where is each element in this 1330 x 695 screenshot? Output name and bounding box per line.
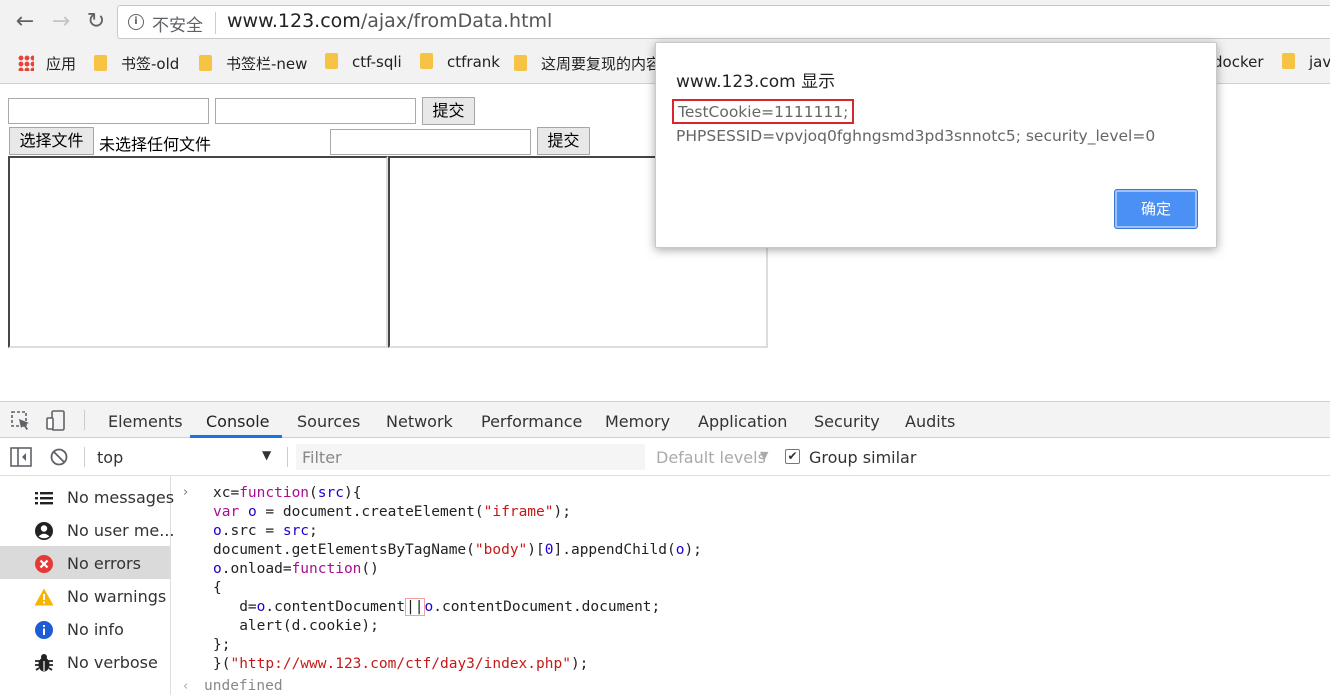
sidebar-label: No warnings xyxy=(67,587,167,606)
bookmark-label: jav xyxy=(1309,53,1330,71)
bookmark-folder[interactable]: jav xyxy=(1282,53,1330,73)
filter-placeholder: Filter xyxy=(302,448,342,467)
forward-arrow-icon[interactable]: → xyxy=(49,10,73,34)
tab-sources[interactable]: Sources xyxy=(297,412,360,431)
sidebar-item-messages[interactable]: No messages xyxy=(0,480,174,513)
folder-icon xyxy=(325,53,338,69)
info-circle-icon xyxy=(35,621,53,639)
error-icon xyxy=(35,555,53,573)
tab-divider xyxy=(84,410,85,430)
reload-icon[interactable]: ↻ xyxy=(84,10,108,34)
sidebar-item-user-messages[interactable]: No user me... xyxy=(0,513,175,546)
bookmark-folder[interactable]: 书签栏-new xyxy=(199,53,307,73)
alert-dialog: www.123.com 显示 TestCookie=1111111; PHPSE… xyxy=(655,42,1217,248)
list-icon xyxy=(35,492,53,505)
bookmark-label: ctfrank xyxy=(447,53,500,71)
bookmark-label: ctf-sqli xyxy=(352,53,402,71)
sidebar-label: No verbose xyxy=(67,653,158,672)
levels-dropdown[interactable]: Default levels xyxy=(656,448,766,467)
console-sidebar: No messages No user me... No errors No w… xyxy=(0,476,175,695)
apps-icon xyxy=(18,55,34,71)
bookmark-label: 书签-old xyxy=(121,55,180,73)
text-input-1[interactable] xyxy=(8,98,209,124)
url-path: /ajax/fromData.html xyxy=(360,10,553,32)
tab-audits[interactable]: Audits xyxy=(905,412,955,431)
bookmark-apps[interactable]: 应用 xyxy=(18,53,76,73)
levels-arrow-icon[interactable]: ▼ xyxy=(760,449,768,462)
dialog-message: PHPSESSID=vpvjoq0fghngsmd3pd3snnotc5; se… xyxy=(676,127,1156,145)
sidebar-label: No errors xyxy=(67,554,141,573)
bug-icon xyxy=(35,654,53,672)
folder-icon xyxy=(514,55,527,71)
inspect-element-icon[interactable] xyxy=(10,410,32,432)
dropdown-arrow-icon[interactable]: ▼ xyxy=(262,448,271,462)
console-toolbar: top ▼ Filter Default levels ▼ ✔ Group si… xyxy=(0,438,1330,476)
sidebar-label: No info xyxy=(67,620,124,639)
bookmark-folder[interactable]: ctf-sqli xyxy=(325,53,402,73)
folder-icon xyxy=(420,53,433,69)
clear-console-icon[interactable] xyxy=(50,448,68,466)
group-similar-checkbox[interactable]: ✔ xyxy=(785,449,800,464)
console-result: undefined xyxy=(204,678,283,694)
submit-button[interactable]: 提交 xyxy=(422,97,475,125)
sidebar-label: No user me... xyxy=(67,521,175,540)
console-input-code[interactable]: xc=function(src){ var o = document.creat… xyxy=(213,484,702,674)
dialog-message-highlight: TestCookie=1111111; xyxy=(672,99,855,124)
sidebar-toggle-icon[interactable] xyxy=(10,447,32,467)
no-file-label: 未选择任何文件 xyxy=(99,135,212,154)
bookmark-label: docker xyxy=(1213,53,1264,71)
sidebar-item-info[interactable]: No info xyxy=(0,612,170,645)
device-toggle-icon[interactable] xyxy=(46,409,68,433)
bookmark-label: 这周要复现的内容 xyxy=(541,55,662,73)
filter-input[interactable]: Filter xyxy=(296,444,645,470)
tab-application[interactable]: Application xyxy=(698,412,787,431)
iframe-left[interactable] xyxy=(8,156,388,348)
tab-elements[interactable]: Elements xyxy=(108,412,183,431)
choose-file-button[interactable]: 选择文件 xyxy=(9,127,94,155)
devtools-tabbar: Elements Console Sources Network Perform… xyxy=(0,401,1330,438)
browser-toolbar: ← → ↻ i 不安全 www.123.com/ajax/fromData.ht… xyxy=(0,0,1330,45)
bar-divider xyxy=(84,447,85,467)
tab-memory[interactable]: Memory xyxy=(605,412,670,431)
bookmark-folder[interactable]: 书签-old xyxy=(94,53,179,73)
bookmark-folder[interactable]: ctfrank xyxy=(420,53,500,73)
tab-security[interactable]: Security xyxy=(814,412,880,431)
tab-console[interactable]: Console xyxy=(206,412,270,431)
sidebar-item-warnings[interactable]: No warnings xyxy=(0,579,170,612)
back-arrow-icon[interactable]: ← xyxy=(13,10,37,34)
context-selector[interactable]: top xyxy=(97,448,123,467)
text-input-3[interactable] xyxy=(330,129,531,155)
sidebar-item-verbose[interactable]: No verbose xyxy=(0,645,170,678)
result-arrow-icon: ‹ xyxy=(183,679,189,694)
address-bar[interactable]: i 不安全 www.123.com/ajax/fromData.html xyxy=(117,5,1330,39)
bookmark-folder[interactable]: 这周要复现的内容 xyxy=(514,53,661,73)
url-host: www.123.com xyxy=(227,10,361,32)
security-label[interactable]: 不安全 xyxy=(152,11,203,36)
folder-icon xyxy=(1282,53,1295,69)
bookmark-label: 应用 xyxy=(46,55,77,73)
folder-icon xyxy=(199,55,212,71)
submit-button-2[interactable]: 提交 xyxy=(537,127,590,155)
info-icon[interactable]: i xyxy=(128,14,144,30)
tab-performance[interactable]: Performance xyxy=(481,412,582,431)
user-icon xyxy=(35,522,53,540)
warning-icon xyxy=(34,588,54,606)
bookmark-label: 书签栏-new xyxy=(226,55,308,73)
sidebar-label: No messages xyxy=(67,488,175,507)
folder-icon xyxy=(94,55,107,71)
ok-button[interactable]: 确定 xyxy=(1114,189,1198,229)
address-divider xyxy=(215,12,216,34)
tab-network[interactable]: Network xyxy=(386,412,453,431)
text-input-2[interactable] xyxy=(215,98,416,124)
group-similar-label: Group similar xyxy=(809,448,917,467)
dialog-title: www.123.com 显示 xyxy=(676,72,836,92)
prompt-chevron-icon: › xyxy=(183,485,189,500)
url-text[interactable]: www.123.com/ajax/fromData.html xyxy=(227,10,552,32)
bar-divider xyxy=(287,447,288,467)
sidebar-item-errors[interactable]: No errors xyxy=(0,546,170,579)
